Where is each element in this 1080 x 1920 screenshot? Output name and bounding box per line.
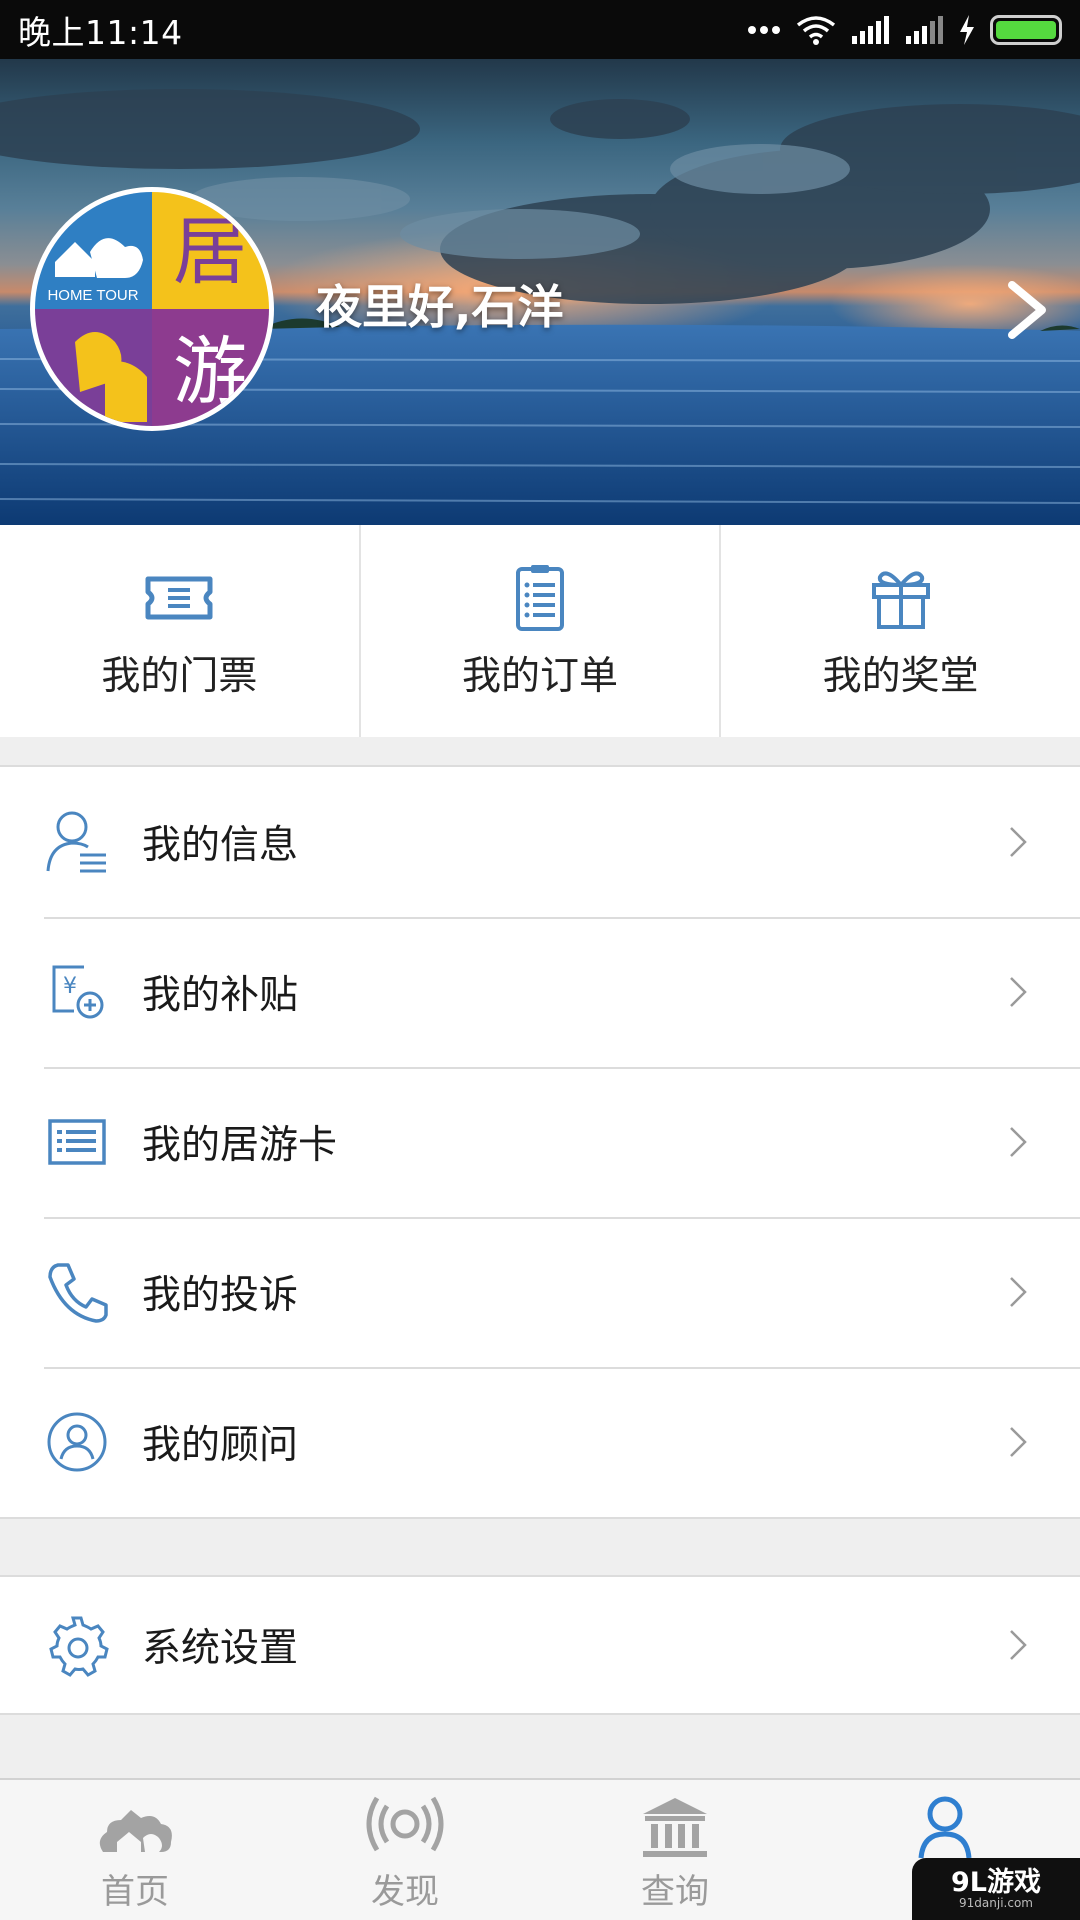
home-tour-logo: HOME TOUR 居 游: [35, 192, 269, 426]
greeting-text: 夜里好,石洋: [316, 280, 564, 334]
signal-icon: [852, 15, 889, 44]
quick-label-orders: 我的订单: [462, 654, 619, 699]
status-icons: [746, 14, 1062, 45]
status-bar: 晚上11:14: [0, 0, 1080, 59]
tab-search[interactable]: 查询: [540, 1780, 810, 1920]
charging-icon: [960, 14, 974, 45]
clipboard-list-icon: [516, 565, 564, 631]
chevron-right-icon[interactable]: [1004, 281, 1050, 339]
quick-item-rewards[interactable]: 我的奖堂: [721, 525, 1080, 737]
user-info-icon: [46, 811, 106, 873]
site-watermark: 9L游戏 91danji.com: [912, 1858, 1080, 1920]
tab-label-home: 首页: [101, 1872, 169, 1912]
chevron-right-icon: [1010, 1630, 1027, 1660]
quick-label-tickets: 我的门票: [101, 654, 258, 699]
tab-home[interactable]: 首页: [0, 1780, 270, 1920]
chevron-right-icon: [1010, 977, 1027, 1007]
menu-label-settings: 系统设置: [142, 1626, 299, 1671]
menu-item-settings[interactable]: 系统设置: [0, 1575, 1080, 1715]
card-list-icon: [48, 1119, 106, 1165]
watermark-main: 9L游戏: [951, 1866, 1041, 1898]
menu-item-card[interactable]: 我的居游卡: [0, 1067, 1080, 1217]
status-time: 晚上11:14: [18, 12, 183, 52]
menu-item-my-info[interactable]: 我的信息: [0, 767, 1080, 917]
svg-text:¥: ¥: [63, 974, 77, 999]
phone-icon: [48, 1263, 108, 1323]
bank-icon: [643, 1798, 707, 1857]
menu-item-advisor[interactable]: 我的顾问: [0, 1367, 1080, 1517]
watermark-sub: 91danji.com: [959, 1896, 1033, 1911]
logo-text: HOME TOUR: [47, 287, 138, 304]
menu-label-advisor: 我的顾问: [142, 1423, 299, 1468]
gear-icon: [49, 1616, 109, 1677]
menu-label-subsidy: 我的补贴: [142, 973, 299, 1018]
ticket-icon: [145, 576, 213, 620]
menu-item-complaint[interactable]: 我的投诉: [0, 1217, 1080, 1367]
logo-char-1: 居: [173, 209, 247, 295]
tab-label-search: 查询: [641, 1872, 709, 1912]
subsidy-yuan-icon: ¥: [52, 965, 104, 1019]
chevron-right-icon: [1010, 1427, 1027, 1457]
more-dots-icon: [748, 25, 780, 34]
cloud-home-icon: [99, 1810, 172, 1852]
tab-label-discover: 发现: [371, 1872, 439, 1912]
avatar[interactable]: HOME TOUR 居 游: [30, 187, 274, 431]
menu-item-subsidy[interactable]: ¥ 我的补贴: [0, 917, 1080, 1067]
menu-list: 我的信息 ¥ 我的补贴 我的居游卡 我的投诉 我的顾问: [0, 765, 1080, 1519]
quick-item-orders[interactable]: 我的订单: [361, 525, 722, 737]
signal-2-icon: [906, 15, 943, 44]
chevron-right-icon: [1010, 1127, 1027, 1157]
quick-item-tickets[interactable]: 我的门票: [0, 525, 361, 737]
menu-label-my-info: 我的信息: [142, 823, 299, 868]
quick-label-rewards: 我的奖堂: [822, 654, 979, 699]
broadcast-icon: [366, 1796, 444, 1852]
gift-icon: [871, 571, 930, 629]
chevron-right-icon: [1010, 827, 1027, 857]
tab-discover[interactable]: 发现: [270, 1780, 540, 1920]
user-circle-icon: [47, 1412, 107, 1472]
person-icon: [918, 1796, 972, 1859]
menu-label-card: 我的居游卡: [142, 1123, 338, 1168]
menu-label-complaint: 我的投诉: [142, 1273, 299, 1318]
battery-icon: [990, 14, 1062, 45]
wifi-icon: [796, 15, 836, 45]
quick-actions: 我的门票 我的订单 我的奖堂: [0, 525, 1080, 737]
profile-header[interactable]: HOME TOUR 居 游 夜里好,石洋: [0, 59, 1080, 525]
chevron-right-icon: [1010, 1277, 1027, 1307]
